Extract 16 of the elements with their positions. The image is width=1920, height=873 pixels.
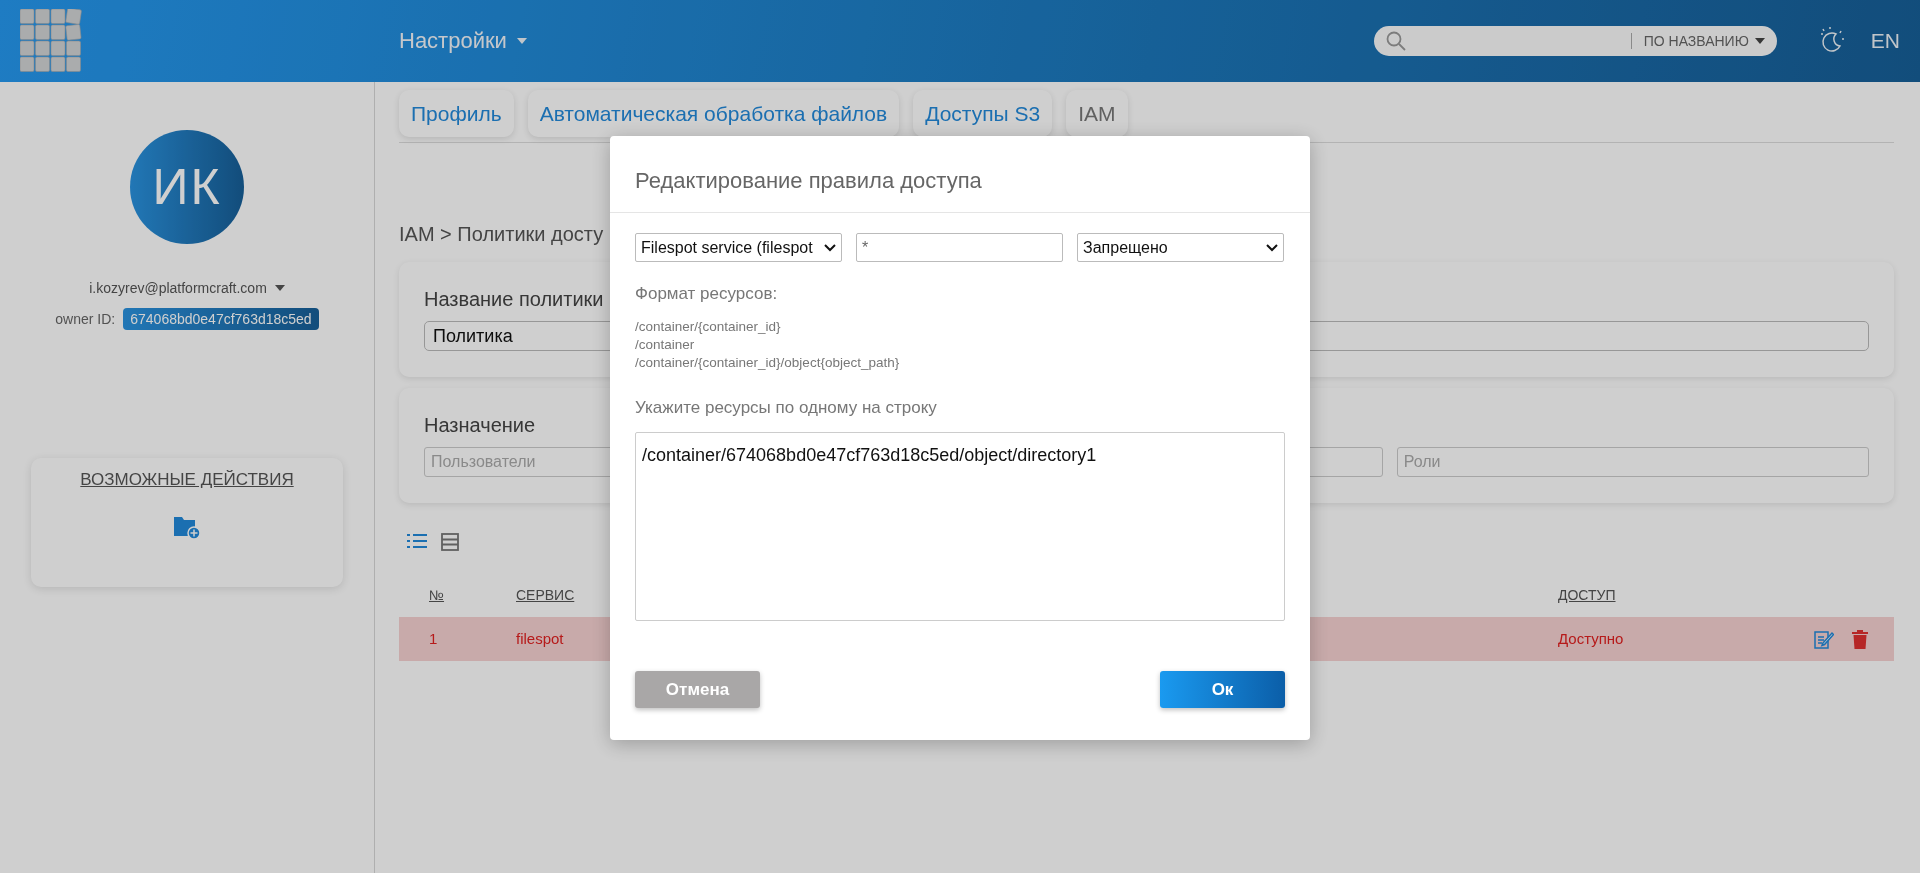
policy-name-label: Название политики	[424, 288, 604, 311]
dialog-title: Редактирование правила доступа	[610, 136, 1310, 213]
assignment-label: Назначение	[424, 414, 536, 437]
format-example: /container/{container_id}/object{object_path}	[635, 354, 901, 372]
table-cell: Доступно	[1558, 630, 1624, 647]
format-example: /container	[635, 336, 696, 354]
format-example: /container/{container_id}	[635, 318, 782, 336]
breadcrumb: IAM > Политики досту	[399, 223, 604, 247]
resources-label: Укажите ресурсы по одному на строку	[635, 398, 938, 418]
table-cell: 1	[429, 630, 438, 647]
actions-title: ВОЗМОЖНЫЕ ДЕЙСТВИЯ	[80, 470, 294, 490]
format-label: Формат ресурсов:	[635, 284, 779, 304]
owner-id-label: owner ID:	[55, 311, 116, 327]
owner-id-badge: 674068bd0e47cf763d18c5ed	[123, 308, 319, 330]
avatar: ИК	[130, 130, 244, 244]
table-cell: filespot	[516, 630, 564, 647]
